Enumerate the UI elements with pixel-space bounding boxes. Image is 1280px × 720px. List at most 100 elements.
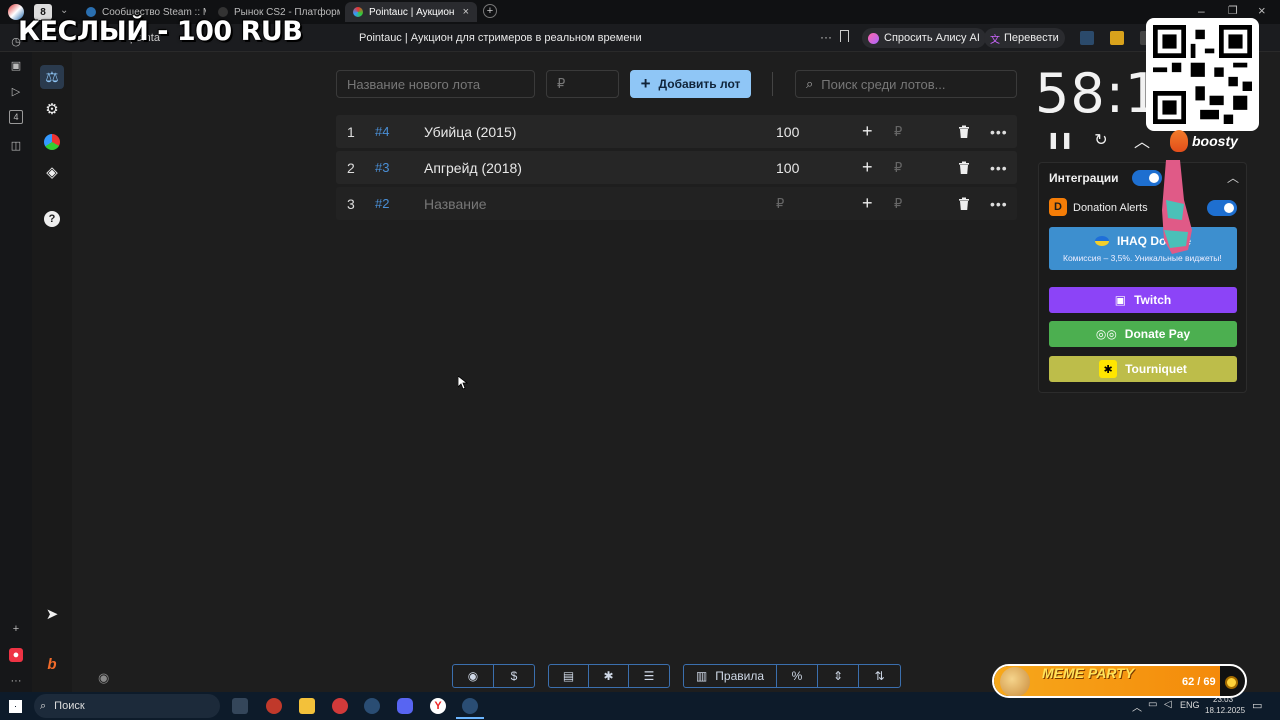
- add-lot-label: Добавить лот: [658, 77, 741, 91]
- close-tab-icon[interactable]: ×: [463, 6, 469, 18]
- collapse-chevron-icon[interactable]: ︿: [1227, 169, 1239, 186]
- github-icon[interactable]: ◉: [453, 665, 494, 687]
- window-maximize-icon[interactable]: ❐: [1228, 4, 1238, 17]
- rules-button[interactable]: ▥ Правила: [684, 665, 777, 687]
- collections-icon[interactable]: ▣: [9, 58, 23, 72]
- reset-timer-icon[interactable]: ↻: [1091, 130, 1111, 150]
- visibility-eye-icon[interactable]: ◉: [98, 670, 109, 686]
- lot-more-icon[interactable]: •••: [990, 160, 1008, 176]
- extra-amount-currency[interactable]: ₽: [894, 196, 902, 212]
- steam-icon[interactable]: [364, 698, 380, 714]
- more-options-icon[interactable]: ···: [820, 30, 832, 44]
- new-lot-name-input[interactable]: Название нового лота: [336, 70, 535, 98]
- bookmark-icon[interactable]: [840, 30, 849, 42]
- new-tab-icon[interactable]: +: [483, 4, 497, 18]
- clear-list-icon[interactable]: ☰: [629, 665, 669, 687]
- extra-amount-currency[interactable]: ₽: [894, 160, 902, 176]
- app-icon[interactable]: ●: [9, 648, 23, 662]
- boosty-icon[interactable]: b: [40, 652, 64, 676]
- network-icon[interactable]: ▭: [1148, 699, 1157, 710]
- telegram-icon[interactable]: ➤: [40, 602, 64, 626]
- task-view-icon[interactable]: [232, 698, 248, 714]
- compact-view-icon[interactable]: ⇕: [818, 665, 859, 687]
- new-lot-amount-input[interactable]: ₽: [546, 70, 619, 98]
- translate-button[interactable]: 文 Перевести: [984, 28, 1065, 48]
- lot-row[interactable]: 3 #2 Название ₽ + ₽ •••: [336, 187, 1017, 220]
- ihaq-subtitle: Комиссия – 3,5%. Уникальные виджеты!: [1063, 253, 1222, 263]
- add-lot-button[interactable]: + Добавить лот: [630, 70, 751, 98]
- chevron-up-icon[interactable]: ︿: [1132, 130, 1152, 151]
- tab-pointauc[interactable]: Pointauc | Аукцион для с ×: [345, 2, 477, 22]
- notifications-icon[interactable]: ▭: [1252, 699, 1262, 712]
- ask-alice-button[interactable]: Спросить Алису AI: [862, 28, 986, 48]
- pause-icon[interactable]: ❚❚: [1047, 130, 1074, 150]
- wheel-pie-icon[interactable]: [40, 130, 64, 154]
- delete-lot-icon[interactable]: [957, 197, 971, 211]
- app-red-icon[interactable]: [332, 698, 348, 714]
- input-language[interactable]: ENG: [1180, 700, 1200, 710]
- add-amount-icon[interactable]: +: [862, 157, 873, 178]
- more-icon[interactable]: ···: [9, 674, 23, 688]
- lot-more-icon[interactable]: •••: [990, 196, 1008, 212]
- video-icon[interactable]: ▷: [9, 84, 23, 98]
- toolbar-divider: [772, 72, 773, 96]
- settings-gear-icon[interactable]: ⚙: [40, 97, 64, 121]
- lot-more-icon[interactable]: •••: [990, 124, 1008, 140]
- percent-icon[interactable]: %: [777, 665, 818, 687]
- donatepay-button[interactable]: ◎◎ Donate Pay: [1049, 321, 1237, 347]
- extension-icon[interactable]: [1110, 31, 1124, 45]
- sort-icon[interactable]: ⇅: [859, 665, 900, 687]
- delete-lot-icon[interactable]: [957, 161, 971, 175]
- add-amount-icon[interactable]: +: [862, 193, 873, 214]
- yandex-browser-icon[interactable]: Y: [430, 698, 446, 714]
- tourniquet-button[interactable]: ✱ Tourniquet: [1049, 356, 1237, 382]
- layers-icon[interactable]: ◈: [40, 160, 64, 184]
- donate-dollar-icon[interactable]: $: [494, 665, 534, 687]
- app-shield-icon[interactable]: [266, 698, 282, 714]
- extra-amount-currency[interactable]: ₽: [894, 124, 902, 140]
- badge-four-icon[interactable]: 4: [9, 110, 23, 124]
- tray-chevron-icon[interactable]: ︿: [1132, 699, 1142, 714]
- taskbar-search-box[interactable]: ⌕ Поиск: [34, 694, 220, 718]
- screenshot-icon[interactable]: ◫: [9, 138, 23, 152]
- lot-amount[interactable]: 100: [776, 124, 799, 140]
- lot-name[interactable]: Апгрейд (2018): [424, 160, 522, 176]
- active-app-indicator: [456, 717, 484, 719]
- lot-fast-id[interactable]: #2: [375, 196, 389, 211]
- auction-gavel-icon[interactable]: ⚖: [40, 65, 64, 89]
- lot-row[interactable]: 2 #3 Апгрейд (2018) 100 + ₽ •••: [336, 151, 1017, 184]
- integrations-panel: Интеграции ︿ D Donation Alerts IHAQ Dona…: [1038, 162, 1247, 393]
- add-amount-icon[interactable]: +: [862, 121, 873, 142]
- save-icon[interactable]: ▤: [549, 665, 589, 687]
- chevron-down-icon[interactable]: ⌄: [60, 5, 68, 16]
- stream-banner-text: КЕСЛЫЙ - 100 RUB: [18, 16, 303, 47]
- page-title: Pointauc | Аукцион для стримеров в реаль…: [359, 32, 642, 44]
- steam-active-icon[interactable]: [462, 698, 478, 714]
- add-panel-icon[interactable]: +: [9, 622, 23, 636]
- lot-name-placeholder[interactable]: Название: [424, 196, 487, 212]
- lot-fast-id[interactable]: #4: [375, 124, 389, 139]
- twitch-button[interactable]: ▣ Twitch: [1049, 287, 1237, 313]
- donation-alerts-toggle[interactable]: [1207, 200, 1237, 216]
- bug-report-icon[interactable]: ✱: [589, 665, 629, 687]
- lot-amount-placeholder[interactable]: ₽: [776, 196, 784, 212]
- windows-start-icon[interactable]: [9, 700, 22, 713]
- delete-lot-icon[interactable]: [957, 125, 971, 139]
- bottom-links-group: ◉ $: [452, 664, 535, 688]
- lot-row[interactable]: 1 #4 Убийца (2015) 100 + ₽ •••: [336, 115, 1017, 148]
- volume-icon[interactable]: ◁: [1164, 699, 1172, 710]
- window-minimize-icon[interactable]: –: [1198, 4, 1205, 18]
- lot-index: 3: [347, 195, 355, 212]
- file-explorer-icon[interactable]: [299, 698, 315, 714]
- discord-icon[interactable]: [397, 698, 413, 714]
- lot-amount[interactable]: 100: [776, 160, 799, 176]
- extension-icon[interactable]: [1080, 31, 1094, 45]
- clock-date[interactable]: 18.12.2025: [1205, 706, 1245, 715]
- coin-icon: [1225, 676, 1238, 689]
- lot-name[interactable]: Убийца (2015): [424, 124, 516, 140]
- search-lots-input[interactable]: ⌕ Поиск среди лотов...: [795, 70, 1017, 98]
- help-icon[interactable]: ?: [40, 207, 64, 231]
- lot-fast-id[interactable]: #3: [375, 160, 389, 175]
- ihaq-donate-button[interactable]: IHAQ Donate Комиссия – 3,5%. Уникальные …: [1049, 227, 1237, 270]
- window-close-icon[interactable]: ×: [1258, 3, 1266, 18]
